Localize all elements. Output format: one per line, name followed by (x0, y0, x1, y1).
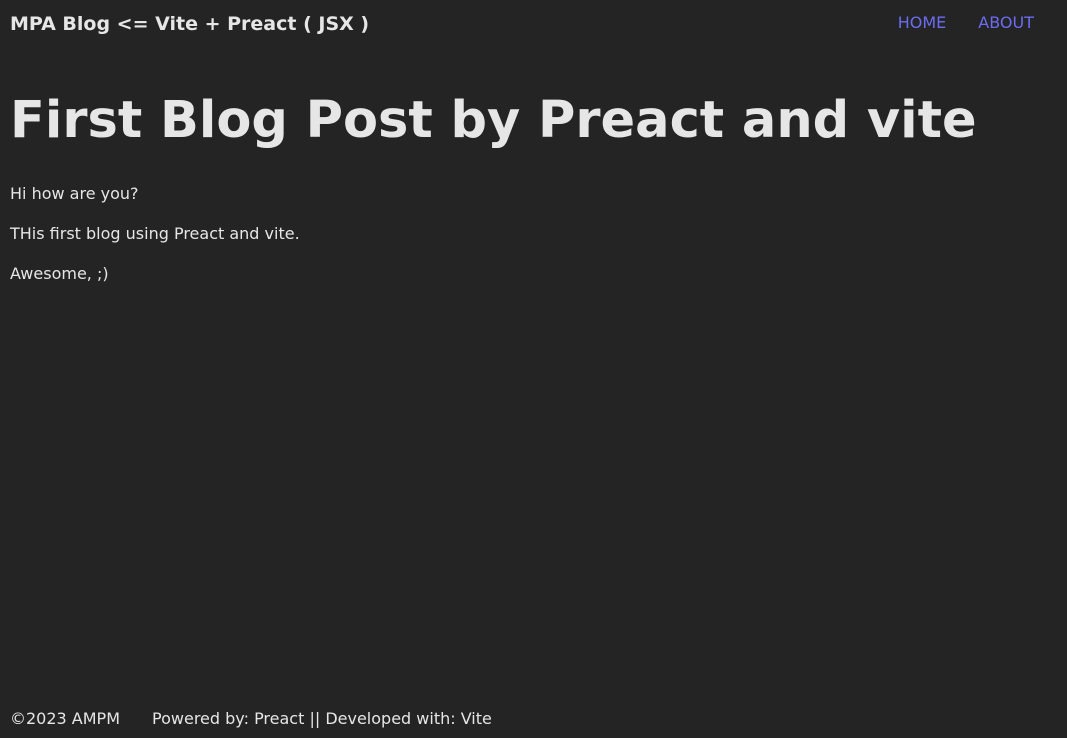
nav-link-home[interactable]: HOME (898, 13, 947, 32)
main-content: First Blog Post by Preact and vite Hi ho… (10, 90, 1050, 305)
site-footer: ©2023 AMPM Powered by: Preact || Develop… (10, 709, 492, 729)
post-title: First Blog Post by Preact and vite (10, 91, 977, 150)
post-paragraph: Hi how are you? (10, 184, 139, 203)
main-nav: HOME ABOUT (898, 13, 1034, 32)
page: MPA Blog <= Vite + Preact ( JSX ) HOME A… (0, 0, 1067, 738)
nav-link-about[interactable]: ABOUT (978, 13, 1034, 32)
post-body: Hi how are you? THis first blog using Pr… (10, 185, 1050, 283)
footer-credits: Powered by: Preact || Developed with: Vi… (152, 709, 492, 728)
footer-copyright: ©2023 AMPM (10, 709, 121, 728)
post-paragraph: THis first blog using Preact and vite. (10, 224, 300, 243)
site-header: MPA Blog <= Vite + Preact ( JSX ) HOME A… (10, 0, 1057, 52)
post-paragraph: Awesome, ;) (10, 264, 109, 283)
site-title: MPA Blog <= Vite + Preact ( JSX ) (10, 13, 370, 35)
